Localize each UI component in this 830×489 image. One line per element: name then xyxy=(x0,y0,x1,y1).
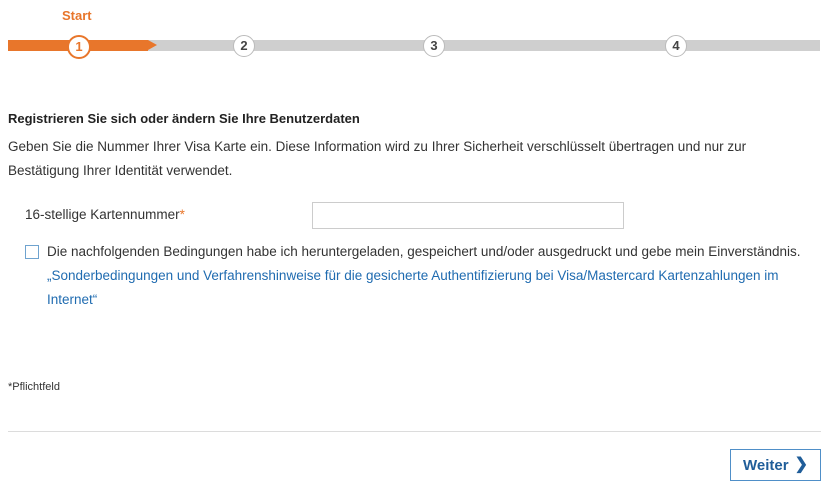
stepper-gap xyxy=(158,38,161,53)
footer-divider xyxy=(8,431,821,432)
terms-statement: Die nachfolgenden Bedingungen habe ich h… xyxy=(47,244,801,259)
card-number-label: 16-stellige Kartennummer* xyxy=(25,207,185,222)
step-3-circle: 3 xyxy=(423,35,445,57)
card-number-input[interactable] xyxy=(312,202,624,229)
stepper-chevron xyxy=(811,40,820,50)
terms-link[interactable]: „Sonderbedingungen und Verfahrenshinweis… xyxy=(47,268,778,307)
card-number-label-text: 16-stellige Kartennummer xyxy=(25,207,180,222)
step-2-circle: 2 xyxy=(233,35,255,57)
form-heading: Registrieren Sie sich oder ändern Sie Ih… xyxy=(8,111,360,126)
step-1-circle: 1 xyxy=(67,35,91,59)
stepper-chevron xyxy=(528,40,537,50)
next-button[interactable]: Weiter ❯ xyxy=(730,449,821,481)
terms-checkbox[interactable] xyxy=(25,245,39,259)
step-current-label: Start xyxy=(62,8,92,23)
chevron-right-icon: ❯ xyxy=(794,456,808,473)
required-marker: * xyxy=(179,207,185,222)
stepper-chevron xyxy=(148,40,157,50)
stepper-chevron xyxy=(336,40,345,50)
terms-text: Die nachfolgenden Bedingungen habe ich h… xyxy=(47,240,807,312)
step-4-circle: 4 xyxy=(665,35,687,57)
next-button-label: Weiter xyxy=(743,456,789,474)
required-field-note: *Pflichtfeld xyxy=(8,381,60,393)
intro-text: Geben Sie die Nummer Ihrer Visa Karte ei… xyxy=(8,139,747,178)
progress-stepper: Start 1 2 3 4 xyxy=(0,0,830,75)
